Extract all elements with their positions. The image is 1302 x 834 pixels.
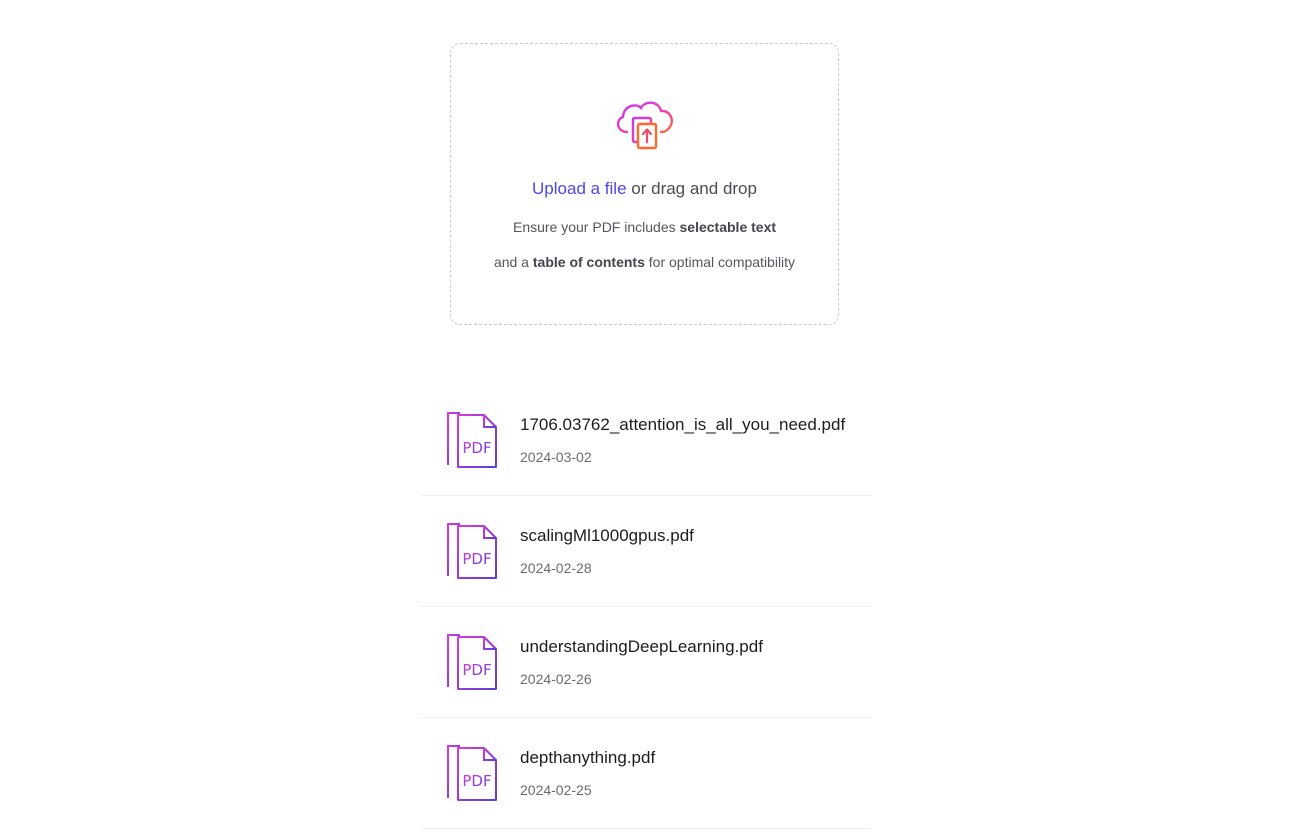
hint2-prefix: and a	[493, 254, 533, 270]
upload-prompt: Upload a file or drag and drop	[451, 179, 838, 199]
file-list: PDF 1706.03762_attention_is_all_you_need…	[420, 385, 871, 829]
file-date: 2024-02-28	[520, 560, 592, 576]
file-date: 2024-03-02	[520, 449, 592, 465]
file-name: 1706.03762_attention_is_all_you_need.pdf	[520, 415, 846, 434]
hint1-prefix: Ensure your PDF includes	[512, 219, 680, 235]
file-list-item[interactable]: PDF scalingMl1000gpus.pdf 2024-02-28	[420, 496, 871, 607]
pdf-file-icon: PDF	[447, 412, 497, 468]
pdf-file-icon: PDF	[447, 523, 497, 579]
upload-hint-2: and a table of contents for optimal comp…	[451, 254, 838, 270]
pdf-file-icon: PDF	[447, 634, 497, 690]
svg-text:PDF: PDF	[462, 772, 491, 790]
svg-text:PDF: PDF	[462, 550, 491, 568]
hint2-suffix: for optimal compatibility	[644, 254, 796, 270]
upload-dropzone[interactable]: Upload a file or drag and drop Ensure yo…	[450, 43, 839, 325]
svg-text:PDF: PDF	[462, 439, 491, 457]
drag-drop-text: or drag and drop	[626, 179, 757, 198]
file-date: 2024-02-25	[520, 782, 592, 798]
file-name: scalingMl1000gpus.pdf	[520, 526, 694, 545]
pdf-file-icon: PDF	[447, 745, 497, 801]
file-name: understandingDeepLearning.pdf	[520, 637, 763, 656]
hint2-bold: table of contents	[532, 254, 645, 270]
file-list-item[interactable]: PDF 1706.03762_attention_is_all_you_need…	[420, 385, 871, 496]
hint1-bold: selectable text	[679, 219, 777, 235]
file-list-item[interactable]: PDF depthanything.pdf 2024-02-25	[420, 718, 871, 829]
file-date: 2024-02-26	[520, 671, 592, 687]
file-name: depthanything.pdf	[520, 748, 656, 767]
upload-hint-1: Ensure your PDF includes selectable text	[451, 219, 838, 235]
upload-file-link[interactable]: Upload a file	[532, 179, 627, 198]
svg-text:PDF: PDF	[462, 661, 491, 679]
cloud-upload-icon	[616, 101, 673, 150]
file-list-item[interactable]: PDF understandingDeepLearning.pdf 2024-0…	[420, 607, 871, 718]
